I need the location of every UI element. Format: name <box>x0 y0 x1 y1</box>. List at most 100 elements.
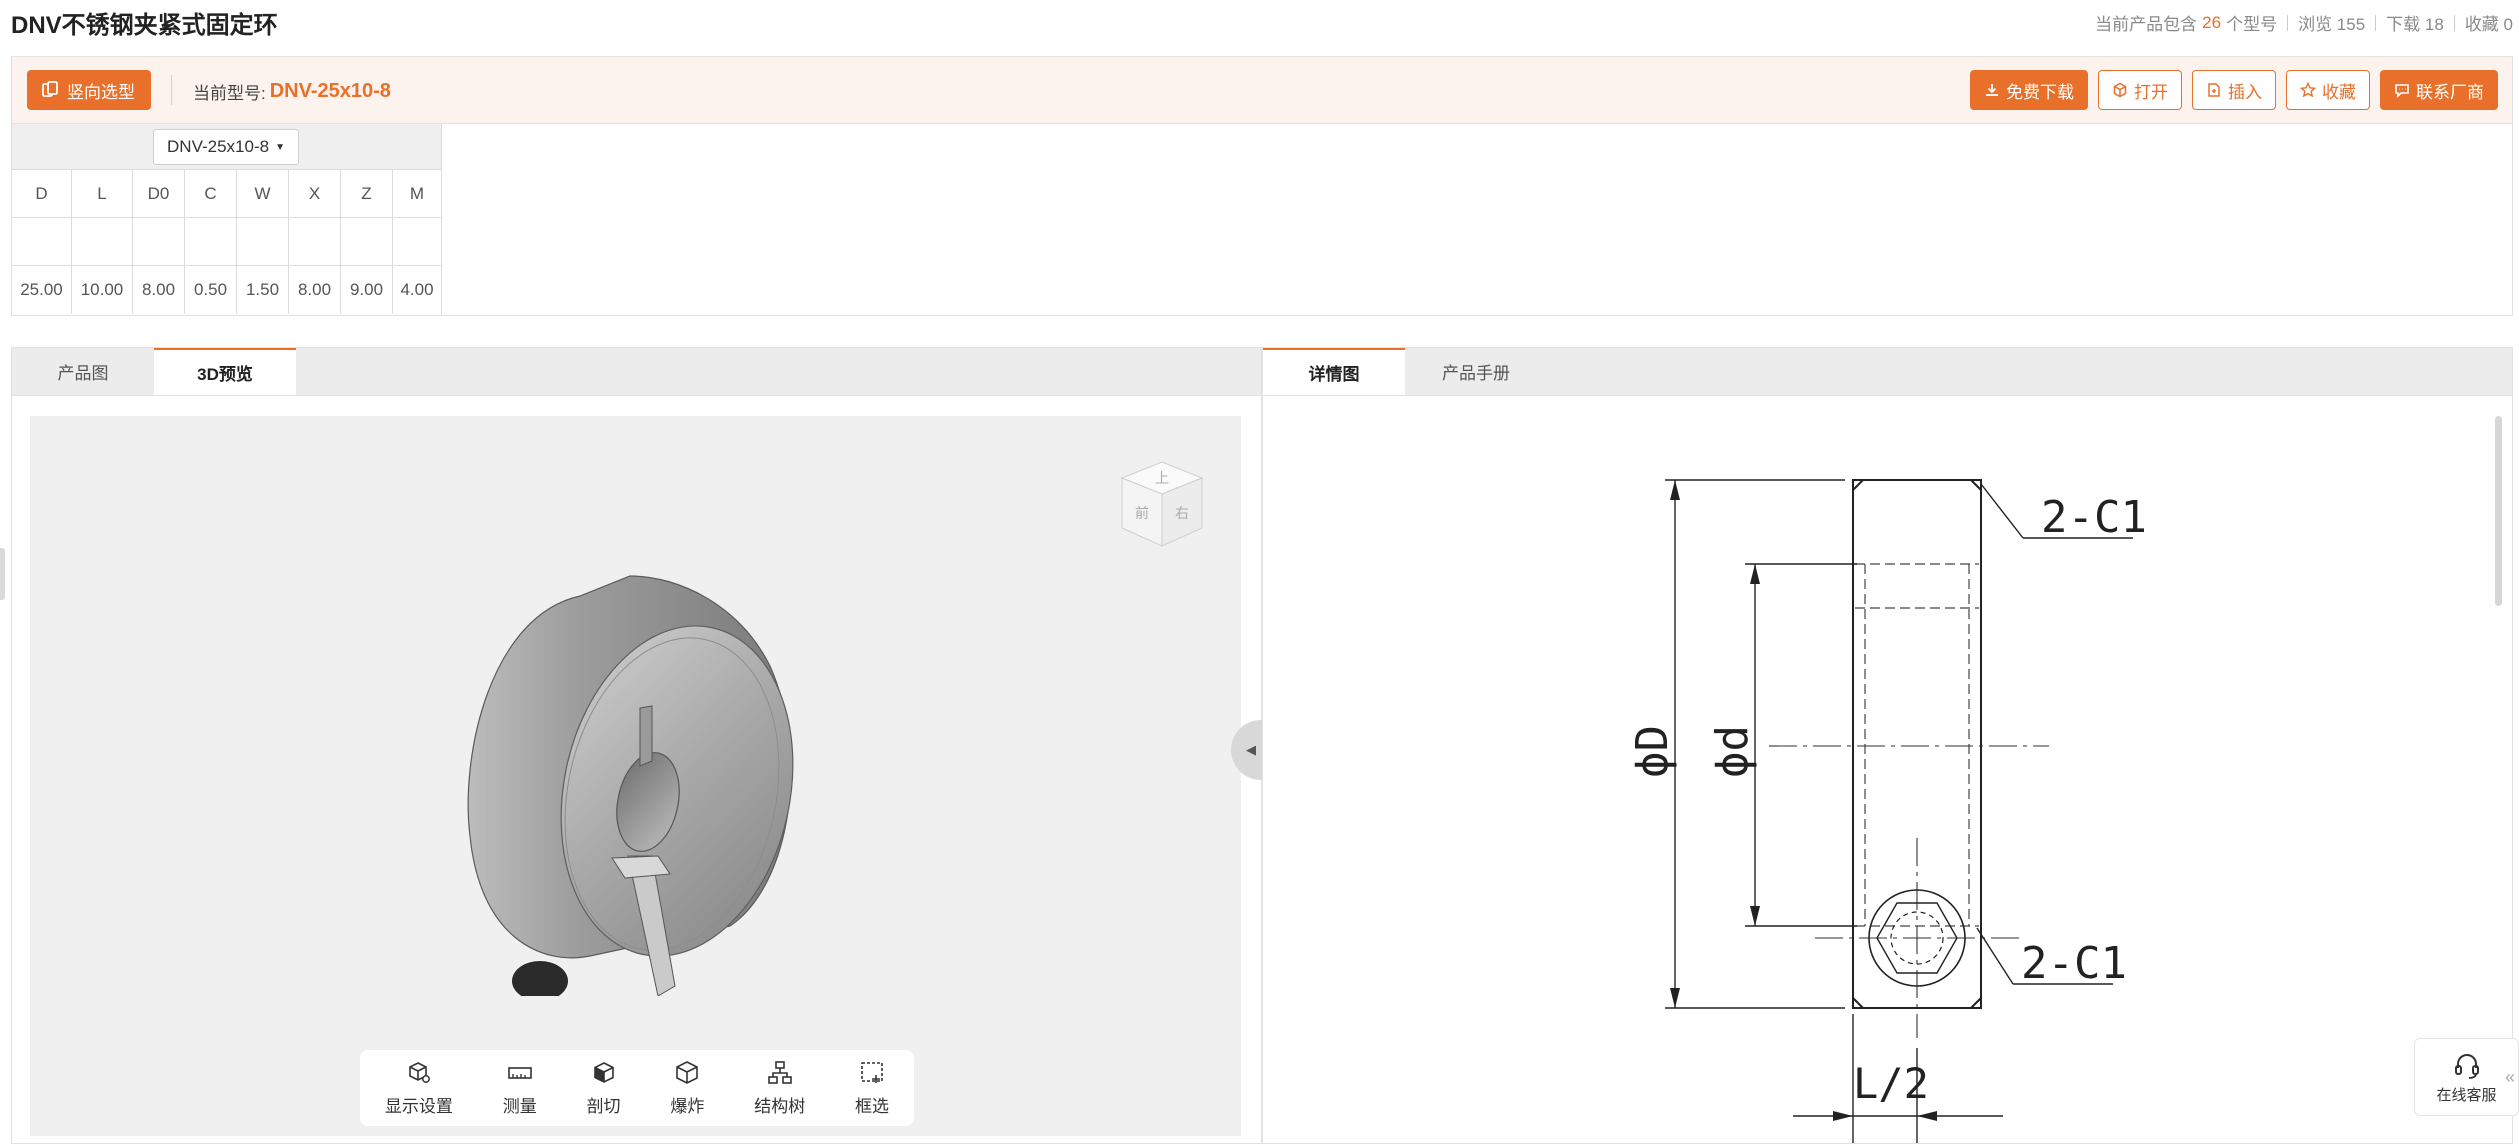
section-cut-icon <box>593 1061 614 1083</box>
view-cube-front-label: 前 <box>1135 505 1149 522</box>
display-settings-icon <box>409 1061 430 1083</box>
open-label: 打开 <box>2134 82 2168 102</box>
structure-tree-tool[interactable]: 结构树 <box>754 1060 805 1117</box>
param-column-header: X <box>289 170 341 217</box>
headset-icon <box>2454 1053 2479 1079</box>
tab-detail-drawing[interactable]: 详情图 <box>1263 348 1405 395</box>
param-value-cell: 8.00 <box>289 266 341 314</box>
star-icon <box>2300 82 2316 98</box>
param-value-cell: 1.50 <box>237 266 289 314</box>
collapse-chevron-icon[interactable]: « <box>2505 1067 2515 1088</box>
params-table: DNV-25x10-8 ▼ D L D0 C W X Z M 25.00 10.00 8.00 0.… <box>12 124 442 314</box>
param-blank-cell <box>341 218 393 265</box>
param-column-header: Z <box>341 170 393 217</box>
half-length-label: L/2 <box>1853 1059 1929 1108</box>
chamfer-top-label: 2-C1 <box>2041 492 2147 543</box>
model-select-value: DNV-25x10-8 <box>167 137 270 156</box>
favorites-count: 收藏 0 <box>2464 15 2513 34</box>
explode-label: 爆炸 <box>670 1096 705 1116</box>
explode-icon <box>676 1060 699 1084</box>
inner-diameter-label: ϕd <box>1707 725 1758 778</box>
section-cut-tool[interactable]: 剖切 <box>587 1060 621 1117</box>
param-blank-cell <box>12 218 72 265</box>
left-edge-tab[interactable] <box>0 548 5 600</box>
params-section: DNV-25x10-8 ▼ D L D0 C W X Z M 25.00 10.00 8.00 0.… <box>11 124 2513 316</box>
online-service-label: 在线客服 <box>2436 1086 2497 1104</box>
favorite-button[interactable]: 收藏 <box>2286 70 2370 110</box>
contact-vendor-button[interactable]: 联系厂商 <box>2380 70 2498 110</box>
action-buttons: 免费下载 打开 插入 收藏 联系厂商 <box>1970 70 2498 110</box>
view-cube-right-label: 右 <box>1175 506 1189 522</box>
measure-label: 测量 <box>502 1096 537 1116</box>
scrollbar[interactable] <box>2495 416 2502 606</box>
online-service-widget[interactable]: 在线客服 « <box>2414 1038 2519 1116</box>
tab-3d-preview[interactable]: 3D预览 <box>154 348 296 395</box>
box-select-icon <box>861 1061 883 1083</box>
param-value-cell: 10.00 <box>72 266 133 314</box>
reverse-select-label: 竖向选型 <box>67 82 135 102</box>
message-icon <box>2395 84 2409 98</box>
box-select-label: 框选 <box>855 1096 890 1116</box>
model-select[interactable]: DNV-25x10-8 ▼ <box>153 129 299 165</box>
measure-tool[interactable]: 测量 <box>503 1060 537 1117</box>
section-cut-label: 剖切 <box>586 1096 621 1116</box>
divider <box>171 75 172 105</box>
downloads-count: 下载 18 <box>2386 15 2444 34</box>
preview-panel: 产品图 3D预览 上 前 右 显示设置 测量 剖切 爆炸 结构树 框选 <box>11 347 1262 1144</box>
model-toolbar: 竖向选型 当前型号: DNV-25x10-8 免费下载 打开 插入 收藏 联系厂… <box>11 56 2513 124</box>
params-header-row: D L D0 C W X Z M <box>12 170 441 218</box>
divider <box>2453 14 2455 31</box>
3d-viewer[interactable]: 上 前 右 显示设置 测量 剖切 爆炸 结构树 框选 <box>30 416 1241 1136</box>
filter-icon <box>42 81 58 97</box>
param-blank-cell <box>237 218 289 265</box>
preview-tabs: 产品图 3D预览 <box>12 348 1261 396</box>
param-value-cell: 9.00 <box>341 266 393 314</box>
tree-icon <box>767 1060 792 1084</box>
technical-drawing: 2-C1 2-C1 ϕD ϕd L/2 <box>1627 479 2147 1143</box>
param-column-header: D0 <box>133 170 185 217</box>
models-suffix: 个型号 <box>2226 15 2278 34</box>
param-value-cell: 0.50 <box>185 266 237 314</box>
view-cube-icon[interactable]: 上 前 右 <box>1114 456 1210 552</box>
param-value-cell: 8.00 <box>133 266 185 314</box>
param-blank-cell <box>72 218 133 265</box>
param-value-cell: 25.00 <box>12 266 72 314</box>
download-icon <box>1986 84 1998 96</box>
insert-button[interactable]: 插入 <box>2192 70 2276 110</box>
param-blank-cell <box>185 218 237 265</box>
param-blank-cell <box>289 218 341 265</box>
divider <box>2375 14 2377 31</box>
favorite-label: 收藏 <box>2322 82 2356 102</box>
param-column-header: D <box>12 170 72 217</box>
display-settings-tool[interactable]: 显示设置 <box>385 1060 453 1117</box>
download-button[interactable]: 免费下载 <box>1970 70 2088 110</box>
param-column-header: L <box>72 170 133 217</box>
insert-icon <box>2208 83 2220 97</box>
tab-product-image[interactable]: 产品图 <box>12 348 154 395</box>
view-cube-top-label: 上 <box>1155 471 1169 487</box>
download-label: 免费下载 <box>2006 82 2074 102</box>
collar-3d-model <box>467 575 794 996</box>
explode-tool[interactable]: 爆炸 <box>670 1060 704 1117</box>
current-model-value: DNV-25x10-8 <box>269 80 391 102</box>
param-value-cell: 4.00 <box>400 280 434 299</box>
tab-product-manual[interactable]: 产品手册 <box>1405 348 1547 395</box>
box-select-tool[interactable]: 框选 <box>855 1060 889 1117</box>
current-model-label: 当前型号: <box>193 84 266 103</box>
ruler-icon <box>507 1066 532 1079</box>
param-blank-cell <box>133 218 185 265</box>
page-title: DNV不锈钢夹紧式固定环 <box>11 12 278 39</box>
models-prefix: 当前产品包含 <box>2095 15 2198 34</box>
outer-diameter-label: ϕD <box>1627 725 1678 778</box>
structure-tree-label: 结构树 <box>754 1096 806 1116</box>
models-count: 26 <box>2202 12 2222 32</box>
caret-down-icon: ▼ <box>275 141 285 153</box>
params-select-row: DNV-25x10-8 ▼ <box>12 124 441 170</box>
detail-panel: 详情图 产品手册 2-C1 2-C1 ϕD ϕd L/2 <box>1262 347 2513 1144</box>
reverse-select-button[interactable]: 竖向选型 <box>27 70 151 110</box>
viewer-toolbar: 显示设置 测量 剖切 爆炸 结构树 框选 <box>360 1050 914 1126</box>
contact-vendor-label: 联系厂商 <box>2416 82 2484 102</box>
open-button[interactable]: 打开 <box>2098 70 2182 110</box>
param-column-header: W <box>237 170 289 217</box>
insert-label: 插入 <box>2228 82 2262 102</box>
